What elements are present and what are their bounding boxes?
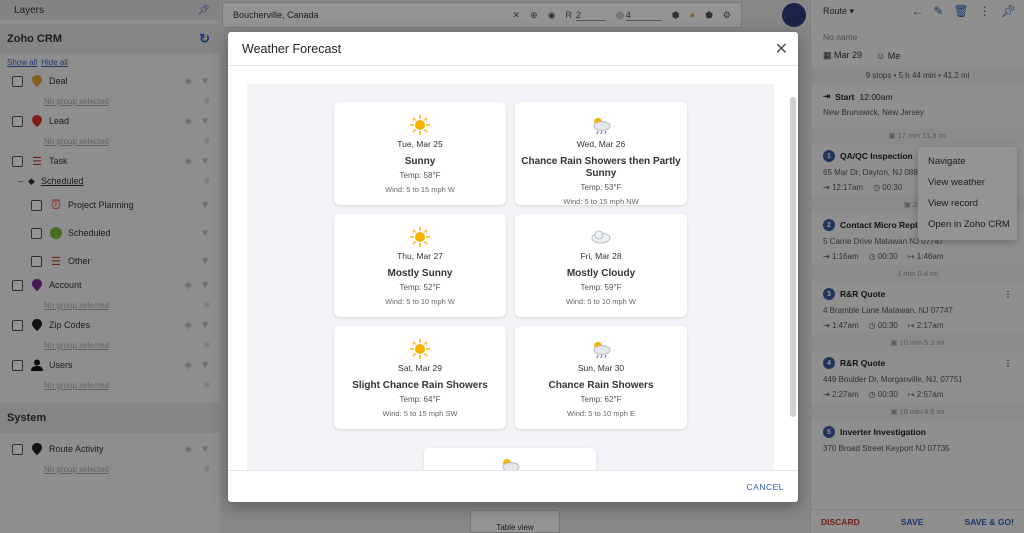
forecast-condition: Mostly Sunny xyxy=(387,268,453,279)
forecast-wind: Wind: 5 to 10 mph E xyxy=(567,409,635,418)
forecast-card: Fri, Mar 28 Mostly Cloudy Temp: 59°F Win… xyxy=(515,214,687,317)
forecast-condition: Slight Chance Rain Showers xyxy=(352,380,488,391)
forecast-wind: Wind: 5 to 10 mph W xyxy=(384,297,456,306)
sun-icon xyxy=(334,226,506,248)
forecast-temp: Temp: 58°F xyxy=(399,171,441,180)
forecast-card: Thu, Mar 27 Mostly Sunny Temp: 52°F Wind… xyxy=(334,214,506,317)
forecast-wind: Wind: 5 to 15 mph W xyxy=(384,185,456,194)
forecast-card: Tue, Mar 25 Sunny Temp: 58°F Wind: 5 to … xyxy=(334,102,506,205)
cloud-icon xyxy=(515,226,687,248)
forecast-temp: Temp: 59°F xyxy=(580,283,622,292)
forecast-scroll-area[interactable]: Tue, Mar 25 Sunny Temp: 58°F Wind: 5 to … xyxy=(247,84,774,470)
dialog-header: Weather Forecast ✕ xyxy=(228,32,798,66)
forecast-date: Fri, Mar 28 xyxy=(580,251,622,261)
forecast-condition: Chance Rain Showers then Partly Sunny xyxy=(521,156,681,179)
forecast-date: Sat, Mar 29 xyxy=(398,363,442,373)
forecast-date: Thu, Mar 27 xyxy=(397,251,443,261)
forecast-wind: Wind: 5 to 10 mph W xyxy=(565,297,637,306)
forecast-grid: Tue, Mar 25 Sunny Temp: 58°F Wind: 5 to … xyxy=(334,102,688,429)
forecast-temp: Temp: 52°F xyxy=(399,283,441,292)
dialog-body: Tue, Mar 25 Sunny Temp: 58°F Wind: 5 to … xyxy=(228,67,798,470)
dialog-scrollbar[interactable] xyxy=(790,97,796,417)
forecast-temp: Temp: 53°F xyxy=(580,183,622,192)
forecast-wind: Wind: 5 to 15 mph NW xyxy=(563,197,639,206)
forecast-temp: Temp: 64°F xyxy=(399,395,441,404)
dialog-footer: CANCEL xyxy=(228,470,798,502)
sun-icon xyxy=(334,338,506,360)
sun-icon xyxy=(334,114,506,136)
rain-cloud-icon xyxy=(424,456,596,470)
forecast-card: Sun, Mar 30 Chance Rain Showers Temp: 62… xyxy=(515,326,687,429)
forecast-temp: Temp: 62°F xyxy=(580,395,622,404)
forecast-card: Wed, Mar 26 Chance Rain Showers then Par… xyxy=(515,102,687,206)
forecast-date: Wed, Mar 26 xyxy=(576,139,626,149)
forecast-date: Tue, Mar 25 xyxy=(397,139,443,149)
cancel-button[interactable]: CANCEL xyxy=(747,482,784,492)
forecast-card-partial xyxy=(424,448,596,470)
rain-cloud-icon xyxy=(515,114,687,136)
forecast-condition: Chance Rain Showers xyxy=(548,380,654,391)
rain-cloud-icon xyxy=(515,338,687,360)
dialog-title: Weather Forecast xyxy=(242,41,342,56)
close-icon[interactable]: ✕ xyxy=(775,39,788,59)
forecast-condition: Mostly Cloudy xyxy=(566,268,636,279)
weather-forecast-dialog: Weather Forecast ✕ Tue, Mar 25 Sunny Tem… xyxy=(228,32,798,502)
forecast-date: Sun, Mar 30 xyxy=(577,363,625,373)
forecast-card: Sat, Mar 29 Slight Chance Rain Showers T… xyxy=(334,326,506,429)
forecast-condition: Sunny xyxy=(404,156,436,167)
forecast-wind: Wind: 5 to 15 mph SW xyxy=(382,409,458,418)
